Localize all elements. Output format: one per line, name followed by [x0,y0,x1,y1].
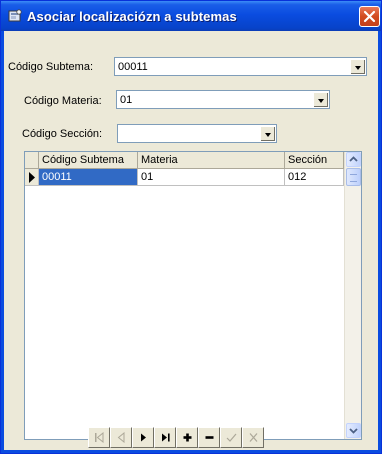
column-header-subtema[interactable]: Código Subtema [39,152,138,169]
seccion-combo[interactable] [117,124,277,143]
current-row-arrow-icon [29,172,35,183]
next-record-button[interactable] [132,427,154,448]
plus-icon [183,433,192,442]
next-icon [141,433,146,442]
minus-icon [205,436,214,439]
cell-seccion[interactable]: 012 [285,169,344,186]
first-record-button[interactable] [88,427,110,448]
delete-record-button[interactable] [198,427,220,448]
scroll-down-button[interactable] [346,423,361,438]
insert-record-button[interactable] [176,427,198,448]
materia-label: Código Materia: [24,95,102,107]
indicator-header [25,152,39,169]
cell-materia[interactable]: 01 [138,169,285,186]
dialog-client-area: Código Subtema: 00011 Código Materia: 01… [4,31,378,450]
x-icon [249,433,258,442]
title-bar[interactable]: Asociar localizaciózn a subtemas [1,1,381,31]
scroll-up-button[interactable] [346,152,361,167]
subtema-value: 00011 [118,61,148,73]
close-button[interactable] [359,6,380,27]
app-icon [8,9,22,22]
last-icon [162,433,170,442]
materia-dropdown-button[interactable] [313,92,328,107]
column-header-seccion[interactable]: Sección [285,152,344,169]
column-header-materia[interactable]: Materia [138,152,285,169]
subtema-dropdown-button[interactable] [350,59,365,74]
records-grid[interactable]: Código Subtema Materia Sección 00011 01 … [24,151,362,440]
close-icon [363,10,376,23]
row-indicator [25,169,39,186]
dialog-window: Asociar localizaciózn a subtemas Código … [0,0,382,454]
prior-record-button[interactable] [110,427,132,448]
materia-combo[interactable]: 01 [116,90,330,109]
chevron-up-icon [349,156,358,162]
seccion-dropdown-button[interactable] [260,126,275,141]
subtema-label: Código Subtema: [8,61,93,73]
first-icon [95,432,104,443]
post-edit-button[interactable] [220,427,242,448]
cell-subtema[interactable]: 00011 [39,169,138,186]
check-icon [226,433,237,442]
chevron-down-icon [349,428,358,434]
seccion-label: Código Sección: [22,128,103,140]
scroll-thumb[interactable] [346,168,361,186]
window-title: Asociar localizaciózn a subtemas [27,9,237,24]
last-record-button[interactable] [154,427,176,448]
subtema-combo[interactable]: 00011 [114,57,367,76]
cancel-edit-button[interactable] [242,427,264,448]
vertical-scrollbar[interactable] [344,152,361,439]
prior-icon [117,432,125,443]
materia-value: 01 [120,94,133,106]
